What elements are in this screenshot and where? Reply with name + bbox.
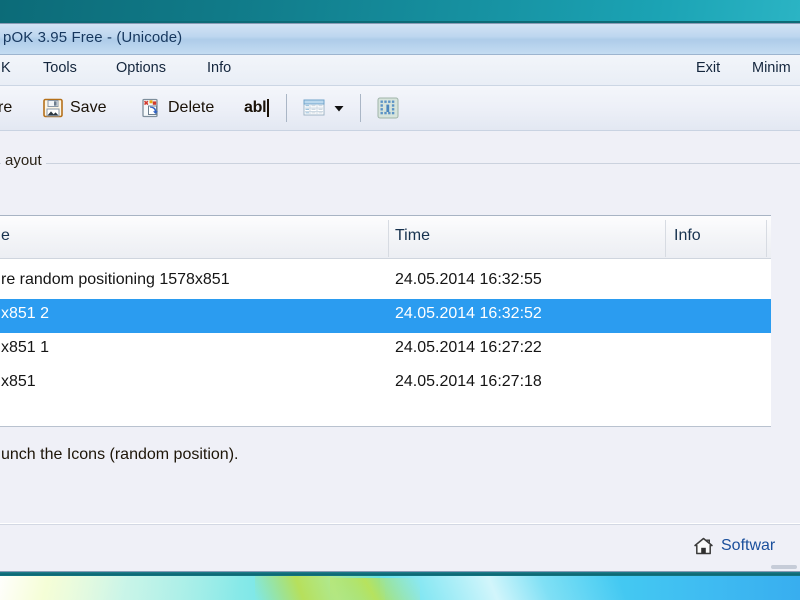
menu-item-desktopok[interactable]: K [1,60,11,76]
delete-button[interactable]: Delete [135,90,219,126]
layout-group-box: ayout e Time Info re random positioning … [0,152,800,552]
description-text: unch the Icons (random position). [1,446,239,463]
column-divider[interactable] [766,220,767,257]
table-row[interactable]: x851 24.05.2014 16:27:18 [0,367,771,401]
menu-bar: K Tools Options Info Exit Minim [0,55,800,86]
icon-grid-icon [376,96,400,120]
menu-item-tools[interactable]: Tools [43,60,77,76]
title-bar[interactable]: pOK 3.95 Free - (Unicode) [0,24,800,55]
chevron-down-icon[interactable] [332,101,346,115]
software-ok-link[interactable]: Softwar [693,536,775,556]
rename-button[interactable]: abl [239,90,274,126]
toolbar-separator [286,94,287,122]
table-row[interactable]: x851 2 24.05.2014 16:32:52 [0,299,771,333]
delete-page-icon [140,97,162,119]
icon-grid-button[interactable] [371,90,405,126]
table-row[interactable]: re random positioning 1578x851 24.05.201… [0,265,771,299]
row-name: x851 1 [1,339,50,356]
software-ok-link-label: Softwar [721,537,776,554]
application-window: pOK 3.95 Free - (Unicode) K Tools Option… [0,23,800,572]
save-button[interactable]: Save [37,90,111,126]
column-divider[interactable] [665,220,666,257]
menu-item-options[interactable]: Options [116,60,166,76]
row-time: 24.05.2014 16:27:18 [395,373,542,390]
group-box-label: ayout [1,152,46,169]
window-title: pOK 3.95 Free - (Unicode) [3,29,183,46]
scroll-indicator[interactable] [771,565,797,569]
menu-item-info[interactable]: Info [207,60,231,76]
list-view-icon [302,97,326,119]
menu-item-minimize[interactable]: Minim [752,60,791,76]
home-icon [693,536,714,556]
toolbar-separator [360,94,361,122]
delete-button-label: Delete [168,99,215,116]
row-name: re random positioning 1578x851 [1,271,230,288]
floppy-disk-icon [42,97,64,119]
column-header-info[interactable]: Info [674,227,701,245]
column-header-name[interactable]: e [1,227,10,245]
save-button-label: Save [70,99,107,116]
row-time: 24.05.2014 16:27:22 [395,339,542,356]
listview-style-button[interactable] [297,90,351,126]
restore-button[interactable]: re [0,90,17,126]
row-name: x851 2 [1,305,50,322]
column-header-time[interactable]: Time [395,227,430,245]
menu-item-exit[interactable]: Exit [696,60,720,76]
group-box-rule [0,163,800,164]
wallpaper-light-streak [380,576,680,600]
footer-separator [0,523,800,525]
layout-list-view[interactable]: e Time Info re random positioning 1578x8… [0,215,771,427]
list-header: e Time Info [0,216,771,259]
toolbar: re Save Delete abl [0,86,800,131]
column-divider[interactable] [388,220,389,257]
desktop-top-area [0,0,800,21]
row-name: x851 [1,373,36,390]
restore-button-label: re [0,99,13,116]
row-time: 24.05.2014 16:32:52 [395,305,542,322]
table-row[interactable]: x851 1 24.05.2014 16:27:22 [0,333,771,367]
rename-abl-icon: abl [244,99,270,117]
row-time: 24.05.2014 16:32:55 [395,271,542,288]
